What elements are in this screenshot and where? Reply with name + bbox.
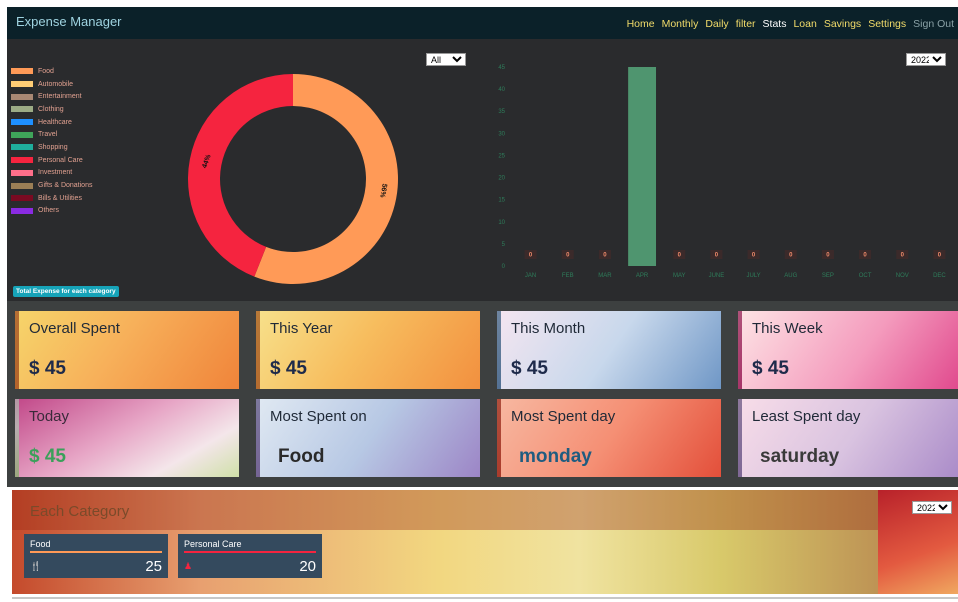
legend-item[interactable]: Food: [11, 65, 92, 78]
legend-label: Clothing: [38, 105, 64, 113]
legend-item[interactable]: Shopping: [11, 141, 92, 154]
legend-swatch: [11, 106, 33, 113]
legend-label: Shopping: [38, 143, 68, 151]
bar-year-select[interactable]: 2022: [906, 53, 946, 66]
card-title: Most Spent day: [511, 408, 616, 425]
each-category-panel: Each Category Food 🍴 25 Personal Care ♟ …: [12, 490, 958, 594]
card-title: Overall Spent: [29, 320, 120, 337]
person-icon: ♟: [184, 561, 193, 571]
card-today: Today $ 45: [15, 399, 239, 477]
card-value: $ 45: [511, 358, 548, 379]
each-category-title: Each Category: [30, 503, 130, 520]
card-title: Today: [29, 408, 70, 425]
legend-label: Gifts & Donations: [38, 182, 93, 190]
card-value: $ 45: [752, 358, 789, 379]
category-name: Personal Care: [184, 539, 242, 549]
nav-links: Home Monthly Daily filter Stats Loan Sav…: [620, 18, 954, 30]
category-name: Food: [30, 539, 51, 549]
legend-swatch: [11, 157, 33, 164]
legend-label: Bills & Utilities: [38, 194, 82, 202]
legend-label: Others: [38, 207, 60, 215]
nav-filter[interactable]: filter: [736, 18, 756, 30]
card-least-spent-day: Least Spent day saturday: [738, 399, 958, 477]
card-value: monday: [519, 446, 592, 467]
legend-swatch: [11, 144, 33, 151]
legend-item[interactable]: Gifts & Donations: [11, 179, 92, 192]
chart-legend: Food Automobile Entertainment Clothing Healt…: [11, 65, 92, 217]
card-value: Food: [278, 446, 325, 467]
card-most-spent-on: Most Spent on Food: [256, 399, 480, 477]
legend-item[interactable]: Others: [11, 205, 92, 218]
card-value: saturday: [760, 446, 840, 467]
category-card-personal-care[interactable]: Personal Care ♟ 20: [178, 534, 322, 578]
legend-swatch: [11, 131, 33, 138]
legend-swatch: [11, 195, 33, 202]
card-this-month: This Month $ 45: [497, 311, 721, 389]
legend-item[interactable]: Entertainment: [11, 90, 92, 103]
nav-home[interactable]: Home: [627, 18, 655, 30]
legend-swatch: [11, 93, 33, 100]
app-title[interactable]: Expense Manager: [16, 14, 122, 29]
card-title: Most Spent on: [270, 408, 367, 425]
legend-label: Entertainment: [38, 93, 82, 101]
category-card-food[interactable]: Food 🍴 25: [24, 534, 168, 578]
navbar: Expense Manager Home Monthly Daily filte…: [7, 7, 958, 39]
category-year-select[interactable]: 2022: [912, 501, 952, 514]
card-value: $ 45: [270, 358, 307, 379]
category-header-strip: [12, 490, 958, 530]
nav-settings[interactable]: Settings: [868, 18, 906, 30]
legend-swatch: [11, 68, 33, 75]
nav-savings[interactable]: Savings: [824, 18, 861, 30]
card-value: $ 45: [29, 358, 66, 379]
nav-stats[interactable]: Stats: [763, 18, 787, 30]
card-title: This Week: [752, 320, 823, 337]
legend-label: Food: [38, 67, 54, 75]
charts-panel: [7, 39, 958, 301]
category-count: 20: [299, 558, 316, 575]
nav-monthly[interactable]: Monthly: [662, 18, 699, 30]
card-value: $ 45: [29, 446, 66, 467]
legend-swatch: [11, 81, 33, 88]
legend-swatch: [11, 169, 33, 176]
category-period-select[interactable]: All: [426, 53, 466, 66]
nav-loan[interactable]: Loan: [793, 18, 816, 30]
legend-swatch: [11, 207, 33, 214]
card-this-week: This Week $ 45: [738, 311, 958, 389]
legend-swatch: [11, 182, 33, 189]
legend-label: Travel: [38, 131, 58, 139]
card-title: Least Spent day: [752, 408, 861, 425]
card-overall-spent: Overall Spent $ 45: [15, 311, 239, 389]
legend-item[interactable]: Investment: [11, 167, 92, 180]
bottom-divider: [12, 597, 958, 599]
legend-item[interactable]: Healthcare: [11, 116, 92, 129]
category-underline: [184, 551, 316, 553]
card-most-spent-day: Most Spent day monday: [497, 399, 721, 477]
legend-item[interactable]: Travel: [11, 128, 92, 141]
legend-label: Automobile: [38, 80, 74, 88]
utensils-icon: 🍴: [30, 561, 42, 571]
legend-item[interactable]: Bills & Utilities: [11, 192, 92, 205]
total-expense-badge: Total Expense for each category: [13, 286, 119, 297]
card-title: This Year: [270, 320, 333, 337]
card-title: This Month: [511, 320, 586, 337]
legend-item[interactable]: Clothing: [11, 103, 92, 116]
legend-label: Personal Care: [38, 156, 83, 164]
nav-sign-out[interactable]: Sign Out: [913, 18, 954, 30]
nav-daily[interactable]: Daily: [705, 18, 728, 30]
card-this-year: This Year $ 45: [256, 311, 480, 389]
legend-item[interactable]: Automobile: [11, 78, 92, 91]
legend-swatch: [11, 119, 33, 126]
legend-label: Healthcare: [38, 118, 72, 126]
legend-item[interactable]: Personal Care: [11, 154, 92, 167]
category-count: 25: [145, 558, 162, 575]
legend-label: Investment: [38, 169, 73, 177]
category-underline: [30, 551, 162, 553]
